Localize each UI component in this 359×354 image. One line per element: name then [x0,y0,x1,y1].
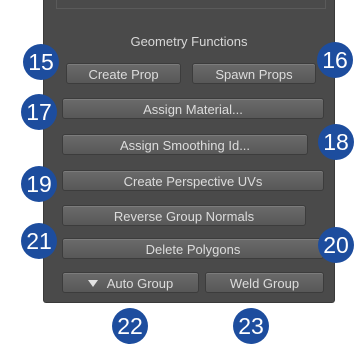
panel-top-border [56,0,326,9]
triangle-down-icon [87,280,98,287]
panel-title: Geometry Functions [130,34,248,49]
badge-22: 22 [112,308,148,344]
badge-18: 18 [318,124,354,160]
badge-17: 17 [21,94,57,130]
badge-20: 20 [318,227,354,263]
auto-group-label: Auto Group [106,276,174,291]
create-prop-button[interactable]: Create Prop [66,63,181,84]
auto-group-button[interactable]: Auto Group [62,272,199,293]
create-perspective-uvs-button[interactable]: Create Perspective UVs [62,170,324,191]
delete-polygons-button[interactable]: Delete Polygons [62,238,324,259]
reverse-group-normals-button[interactable]: Reverse Group Normals [62,205,306,226]
assign-smoothing-id-button[interactable]: Assign Smoothing Id... [62,134,308,155]
badge-23: 23 [233,308,269,344]
spawn-props-button[interactable]: Spawn Props [192,63,316,84]
badge-19: 19 [21,166,57,202]
figure-stage: Geometry Functions Create Prop Spawn Pro… [0,0,359,354]
badge-16: 16 [317,42,353,78]
assign-material-button[interactable]: Assign Material... [62,98,324,119]
weld-group-button[interactable]: Weld Group [205,272,324,293]
badge-21: 21 [21,223,57,259]
badge-15: 15 [23,44,59,80]
